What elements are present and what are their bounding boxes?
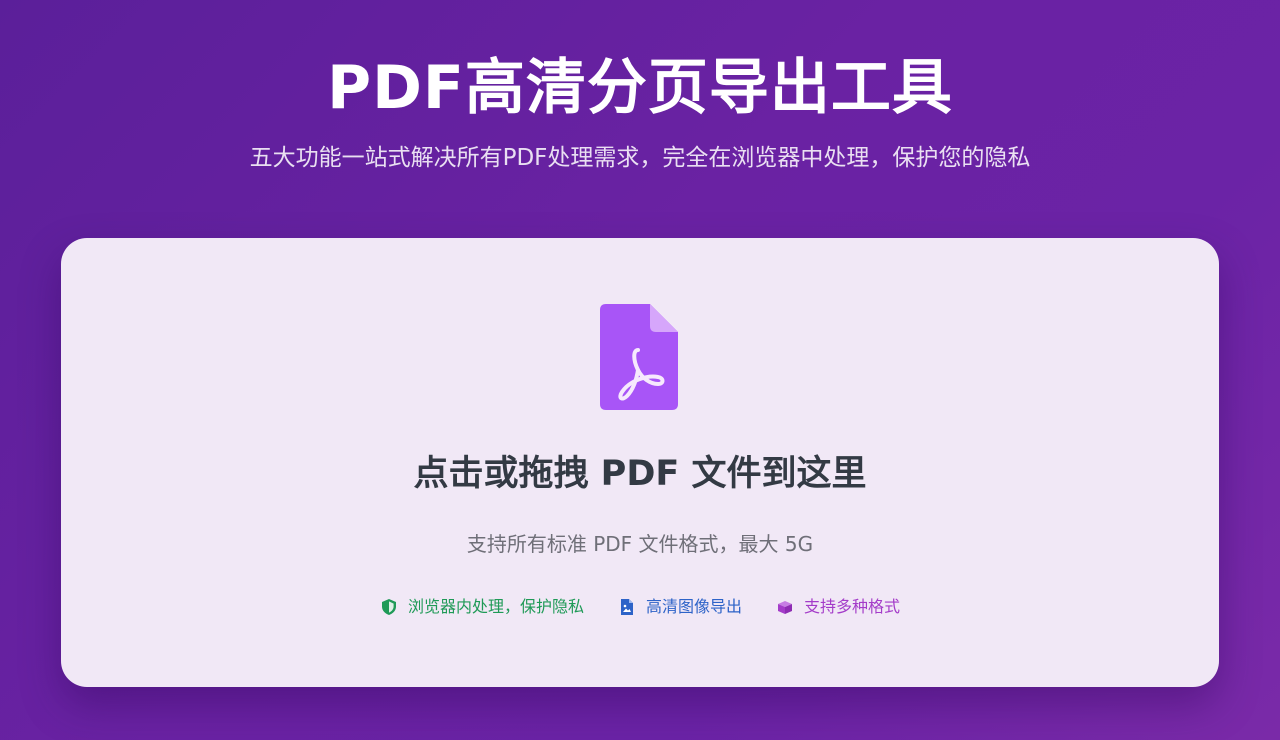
pdf-file-icon xyxy=(600,304,678,410)
feature-list: 浏览器内处理，保护隐私 高清图像导出 支持多种格式 xyxy=(0,595,1280,619)
drop-zone-title: 点击或拖拽 PDF 文件到这里 xyxy=(413,454,867,494)
feature-label: 高清图像导出 xyxy=(645,597,742,616)
feature-label: 支持多种格式 xyxy=(804,597,901,616)
box-icon xyxy=(778,601,792,614)
image-file-icon xyxy=(620,599,633,615)
drop-zone-hint: 支持所有标准 PDF 文件格式，最大 5G xyxy=(466,532,814,556)
page-title: PDF高清分页导出工具 xyxy=(327,53,953,123)
feature-hd-export: 高清图像导出 xyxy=(618,595,742,619)
shield-icon xyxy=(381,599,396,615)
feature-label: 浏览器内处理，保护隐私 xyxy=(407,597,584,616)
page-subtitle: 五大功能一站式解决所有PDF处理需求，完全在浏览器中处理，保护您的隐私 xyxy=(249,145,1031,171)
feature-privacy: 浏览器内处理，保护隐私 xyxy=(380,595,584,619)
feature-formats: 支持多种格式 xyxy=(776,595,900,619)
